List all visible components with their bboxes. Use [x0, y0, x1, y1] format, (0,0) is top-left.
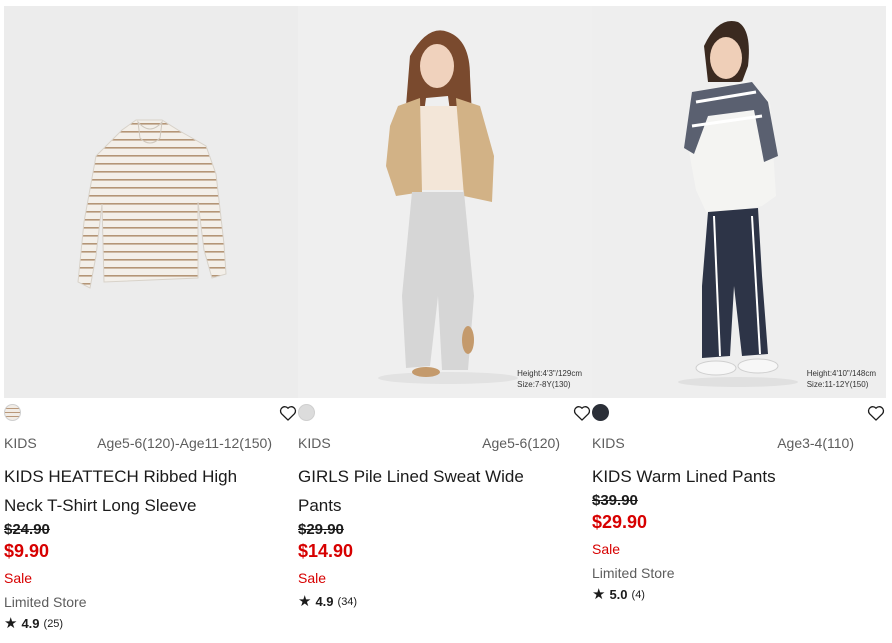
model-size-note: Height:4'10"/148cm Size:11-12Y(150) [807, 368, 876, 390]
model-size-note: Height:4'3"/129cm Size:7-8Y(130) [517, 368, 582, 390]
product-rating: ★ 4.9 (25) [4, 615, 298, 633]
product-name[interactable]: KIDS Warm Lined Pants [592, 462, 886, 491]
product-name-line-1: KIDS HEATTECH Ribbed High [4, 467, 238, 486]
striped-turtleneck-illustration [4, 6, 298, 398]
sale-badge: Sale [592, 541, 621, 557]
product-card[interactable]: Height:4'10"/148cm Size:11-12Y(150) KIDS… [592, 6, 886, 643]
product-name-line-1: GIRLS Pile Lined Sweat Wide Pants [298, 467, 524, 515]
star-icon: ★ [298, 593, 312, 610]
review-count: (34) [337, 596, 358, 608]
product-image[interactable]: Height:4'3"/129cm Size:7-8Y(130) [298, 6, 592, 398]
product-size-range: Age3-4(110) [777, 435, 854, 451]
product-size-range: Age5-6(120) [482, 435, 560, 451]
rating-score: 5.0 [609, 587, 628, 602]
model-height: Height:4'3"/129cm [517, 369, 582, 378]
color-swatch[interactable] [298, 404, 315, 421]
availability-label: Limited Store [4, 594, 87, 610]
original-price: $24.90 [4, 521, 50, 538]
product-category: KIDS [298, 435, 331, 451]
review-count: (4) [631, 589, 645, 601]
rating-score: 4.9 [315, 594, 334, 609]
product-name[interactable]: KIDS HEATTECH Ribbed High Neck T-Shirt L… [4, 462, 298, 520]
product-name-line-2: Neck T-Shirt Long Sleeve [4, 496, 197, 515]
sale-price: $14.90 [298, 541, 354, 561]
heart-icon[interactable] [278, 403, 298, 423]
product-card[interactable]: Height:4'3"/129cm Size:7-8Y(130) KIDS Ag… [298, 6, 592, 643]
product-grid: KIDS Age5-6(120)-Age11-12(150) KIDS HEAT… [4, 6, 886, 643]
star-icon: ★ [4, 615, 18, 632]
rating-score: 4.9 [21, 616, 40, 631]
product-name-line-1: KIDS Warm Lined Pants [592, 467, 776, 486]
original-price: $29.90 [298, 521, 344, 538]
availability-label: Limited Store [592, 565, 675, 581]
product-image[interactable]: Height:4'10"/148cm Size:11-12Y(150) [592, 6, 886, 398]
original-price: $39.90 [592, 492, 638, 509]
color-swatches [4, 404, 298, 432]
girl-model-photo [298, 6, 592, 398]
color-swatches [592, 404, 886, 432]
product-category: KIDS [4, 435, 37, 451]
product-rating: ★ 4.9 (34) [298, 593, 592, 611]
product-image[interactable] [4, 6, 298, 398]
sale-price: $29.90 [592, 512, 648, 532]
color-swatch[interactable] [592, 404, 609, 421]
heart-icon[interactable] [866, 403, 886, 423]
color-swatch[interactable] [4, 404, 21, 421]
child-model-photo [592, 6, 886, 398]
model-height: Height:4'10"/148cm [806, 369, 876, 378]
product-name[interactable]: GIRLS Pile Lined Sweat Wide Pants [298, 462, 592, 520]
sale-badge: Sale [4, 570, 33, 586]
star-icon: ★ [592, 586, 606, 603]
color-swatches [298, 404, 592, 432]
model-size: Size:11-12Y(150) [806, 380, 869, 389]
review-count: (25) [43, 618, 64, 630]
product-card[interactable]: KIDS Age5-6(120)-Age11-12(150) KIDS HEAT… [4, 6, 298, 643]
product-category: KIDS [592, 435, 625, 451]
model-size: Size:7-8Y(130) [517, 380, 571, 389]
sale-price: $9.90 [4, 541, 50, 561]
product-rating: ★ 5.0 (4) [592, 586, 886, 604]
sale-badge: Sale [298, 570, 327, 586]
product-size-range: Age5-6(120)-Age11-12(150) [97, 435, 272, 451]
heart-icon[interactable] [572, 403, 592, 423]
